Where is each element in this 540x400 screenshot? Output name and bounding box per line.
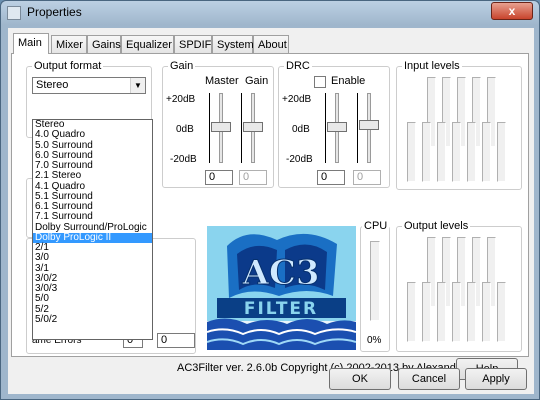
drc-scale-bottom: -20dB	[286, 154, 313, 165]
gain-group-label: Gain	[168, 60, 196, 72]
gain-scale-mid: 0dB	[176, 124, 194, 135]
cpu-value: 0%	[367, 335, 382, 346]
app-icon	[7, 6, 21, 20]
dropdown-option[interactable]: 4.0 Quadro	[33, 130, 152, 140]
drc-enable-checkbox[interactable]	[314, 76, 326, 88]
gain-scale-top: +20dB	[166, 94, 196, 105]
master-value-input[interactable]: 0	[205, 170, 233, 185]
cancel-button[interactable]: Cancel	[398, 368, 460, 390]
cpu-meter	[370, 241, 380, 321]
output-level-bar	[407, 282, 416, 342]
drc-group-label: DRC	[284, 60, 312, 72]
input-level-bar	[437, 122, 446, 182]
dropdown-option[interactable]: 5/0/2	[33, 314, 152, 325]
dropdown-option[interactable]: 3/0/3	[33, 283, 152, 294]
ok-button[interactable]: OK	[329, 368, 391, 390]
logo-text: AC3	[241, 253, 319, 293]
window-title: Properties	[27, 5, 82, 19]
drc-slider-thumb-1[interactable]	[327, 122, 347, 132]
gain-scale-bottom: -20dB	[170, 154, 197, 165]
tab-about[interactable]: About	[253, 35, 289, 53]
tab-spdif[interactable]: SPDIF	[174, 35, 212, 53]
title-bar[interactable]: Properties x	[1, 1, 539, 25]
tab-main[interactable]: Main	[13, 33, 49, 54]
output-level-bar	[497, 282, 506, 342]
output-levels-group: Output levels	[396, 220, 522, 352]
gain-slider-thumb[interactable]	[243, 122, 263, 132]
output-level-bar	[422, 282, 431, 342]
output-format-dropdown[interactable]: Stereo 4.0 Quadro 5.0 Surround 6.0 Surro…	[32, 119, 153, 340]
drc-group: DRC Enable +20dB 0dB -20dB 0 0	[278, 60, 390, 188]
tab-system[interactable]: System	[212, 35, 254, 53]
cpu-label: CPU	[362, 220, 390, 232]
master-slider-thumb[interactable]	[211, 122, 231, 132]
output-levels-label: Output levels	[402, 220, 471, 232]
output-format-select[interactable]: Stereo ▼	[32, 77, 146, 94]
chevron-down-icon[interactable]: ▼	[130, 78, 145, 93]
drc-scale-top: +20dB	[282, 94, 312, 105]
input-levels-group: Input levels	[396, 60, 522, 190]
ac3filter-logo: AC3 FILTER	[207, 226, 356, 350]
drc-value-input-1[interactable]: 0	[317, 170, 345, 185]
output-level-bar	[437, 282, 446, 342]
output-level-bar	[452, 282, 461, 342]
cpu-group: CPU 0%	[360, 220, 390, 352]
logo-subtext: FILTER	[244, 299, 318, 319]
drc-enable-label: Enable	[331, 75, 366, 87]
tab-gains[interactable]: Gains	[87, 35, 121, 53]
output-format-label: Output format	[32, 60, 104, 72]
dropdown-option[interactable]: 2.1 Stereo	[33, 171, 152, 181]
dropdown-option[interactable]: 7.1 Surround	[33, 212, 152, 222]
dropdown-option[interactable]: 2/1	[33, 242, 152, 253]
output-level-bar	[467, 282, 476, 342]
input-levels-label: Input levels	[402, 60, 462, 72]
master-label: Master	[205, 75, 239, 87]
input-level-bar	[452, 122, 461, 182]
input-level-bar	[497, 122, 506, 182]
dropdown-option[interactable]: 5/0	[33, 294, 152, 304]
close-button[interactable]: x	[491, 2, 533, 20]
input-level-bar	[407, 122, 416, 182]
frame-errors-value-2: 0	[157, 333, 195, 348]
drc-value-input-2: 0	[353, 170, 381, 185]
apply-button[interactable]: Apply	[465, 368, 527, 390]
properties-window: Properties x Main Mixer Gains Equalizer …	[0, 0, 540, 400]
drc-scale-mid: 0dB	[292, 124, 310, 135]
tab-equalizer[interactable]: Equalizer	[121, 35, 174, 53]
input-level-bar	[467, 122, 476, 182]
gain-value-input: 0	[239, 170, 267, 185]
gain-label: Gain	[245, 75, 269, 87]
dialog-client: Main Mixer Gains Equalizer SPDIF System …	[8, 28, 534, 394]
dropdown-option[interactable]: 3/0	[33, 253, 152, 263]
output-format-value: Stereo	[36, 79, 69, 91]
input-level-bar	[422, 122, 431, 182]
tab-mixer[interactable]: Mixer	[51, 35, 87, 53]
output-level-bar	[482, 282, 491, 342]
dropdown-option-selected[interactable]: Dolby ProLogic II	[33, 232, 152, 243]
gain-group: Gain Master Gain +20dB 0dB -20dB 0 0	[162, 60, 274, 188]
input-level-bar	[482, 122, 491, 182]
drc-slider-thumb-2[interactable]	[359, 120, 379, 130]
